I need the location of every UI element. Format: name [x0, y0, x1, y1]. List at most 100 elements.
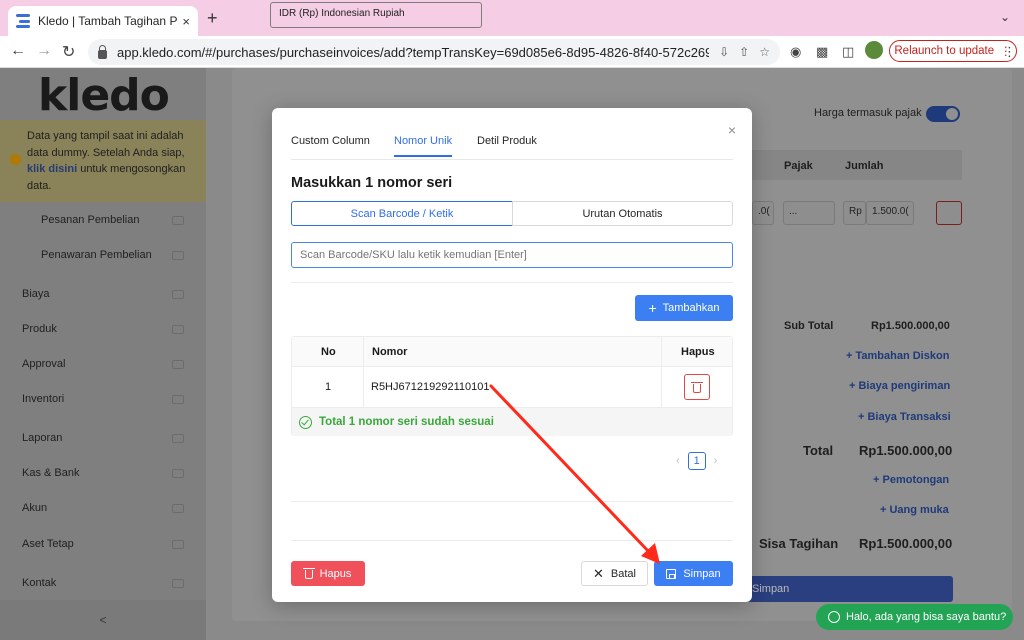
contact-icon	[172, 578, 184, 588]
sidebar-item-inventori[interactable]: Inventori	[0, 382, 206, 416]
subtotal-value: Rp1.500.000,00	[871, 320, 950, 332]
segment-scan-barcode[interactable]: Scan Barcode / Ketik	[291, 201, 513, 226]
deduction-link[interactable]: + Pemotongan	[873, 474, 949, 486]
browser-tab-bar: Kledo | Tambah Tagihan Pembe × + ⌄	[0, 0, 1024, 36]
add-discount-link[interactable]: + Tambahan Diskon	[846, 350, 949, 362]
delete-row-button[interactable]	[936, 201, 962, 225]
scan-barcode-input[interactable]	[291, 242, 733, 268]
pagination: ‹ 1 ›	[676, 452, 717, 470]
profile-avatar[interactable]	[865, 41, 883, 59]
sidebar-item-biaya[interactable]: Biaya	[0, 277, 206, 311]
camera-icon[interactable]: ◉	[790, 44, 801, 60]
sidebar-item-label: Biaya	[22, 288, 50, 300]
serial-number-modal: × Custom Column Nomor Unik Detil Produk …	[272, 108, 752, 602]
sidebar-item-laporan[interactable]: Laporan	[0, 421, 206, 455]
warning-icon	[10, 154, 21, 165]
background-save-button[interactable]: Simpan	[740, 576, 953, 602]
add-serial-button[interactable]: + Tambahkan	[635, 295, 733, 321]
sidebar-item-produk[interactable]: Produk	[0, 312, 206, 346]
subtotal-label: Sub Total	[784, 320, 834, 332]
tag-icon	[172, 250, 184, 260]
whatsapp-icon	[828, 611, 840, 623]
share-icon[interactable]: ⇧	[739, 45, 749, 59]
shipping-cost-label: Biaya pengiriman	[858, 380, 951, 392]
tab-close-icon[interactable]: ×	[182, 14, 190, 29]
install-icon[interactable]: ⇩	[719, 45, 729, 59]
side-panel-icon[interactable]: ◫	[842, 44, 854, 60]
sidebar-item-kontak[interactable]: Kontak	[0, 566, 206, 600]
sidebar-item-akun[interactable]: Akun	[0, 491, 206, 525]
sidebar-item-label: Aset Tetap	[22, 538, 74, 550]
tax-select[interactable]: ...	[783, 201, 835, 225]
col-pajak: Pajak	[784, 160, 813, 172]
sidebar-collapse-button[interactable]: <	[0, 600, 206, 640]
validation-message: Total 1 nomor seri sudah sesuai	[319, 416, 494, 428]
sidebar-item-kas-bank[interactable]: Kas & Bank	[0, 456, 206, 490]
tab-custom-column[interactable]: Custom Column	[291, 135, 370, 155]
sidebar-item-label: Kontak	[22, 577, 57, 589]
divider	[291, 282, 733, 283]
bookmark-star-icon[interactable]: ☆	[759, 45, 770, 59]
sidebar-item-label: Pesanan Pembelian	[41, 214, 140, 226]
building-icon	[172, 539, 184, 549]
prev-page-icon[interactable]: ‹	[676, 455, 680, 467]
dollar-icon	[172, 468, 184, 478]
kledo-logo[interactable]: kledo	[38, 70, 170, 121]
validation-status: Total 1 nomor seri sudah sesuai	[292, 407, 732, 436]
sidebar-item-penawaran-pembelian[interactable]: Penawaran Pembelian	[0, 238, 206, 272]
sidebar-item-label: Produk	[22, 323, 57, 335]
currency-select[interactable]: IDR (Rp) Indonesian Rupiah	[270, 2, 482, 28]
relaunch-button[interactable]: Relaunch to update ⋮	[889, 40, 1017, 62]
cancel-button[interactable]: ✕ Batal	[581, 561, 648, 586]
serial-table: No Nomor Hapus 1 R5HJ671219292110101 Tot…	[291, 336, 733, 436]
kledo-favicon-icon	[16, 14, 30, 28]
forward-icon[interactable]: →	[36, 42, 52, 60]
check-circle-icon	[299, 415, 312, 429]
extensions-puzzle-icon[interactable]: ▩	[816, 44, 828, 60]
sidebar-item-pesanan-pembelian[interactable]: Pesanan Pembelian	[0, 203, 206, 237]
tax-inclusive-toggle[interactable]	[926, 106, 960, 122]
column-divider	[363, 337, 364, 407]
down-payment-link[interactable]: + Uang muka	[880, 504, 949, 516]
address-bar[interactable]: app.kledo.com/#/purchases/purchaseinvoic…	[88, 39, 780, 65]
delete-button[interactable]: Hapus	[291, 561, 365, 586]
serial-number-value: R5HJ671219292110101	[371, 381, 490, 393]
row-number: 1	[325, 381, 332, 393]
tab-detil-produk[interactable]: Detil Produk	[477, 135, 537, 155]
modal-tabs: Custom Column Nomor Unik Detil Produk	[291, 132, 733, 160]
next-page-icon[interactable]: ›	[714, 455, 718, 467]
shipping-cost-link[interactable]: + Biaya pengiriman	[849, 380, 950, 392]
sidebar-item-label: Inventori	[22, 393, 65, 405]
balance-due-label: Sisa Tagihan	[759, 536, 839, 551]
new-tab-icon[interactable]: +	[207, 8, 218, 29]
modal-title: Masukkan 1 nomor seri	[291, 175, 453, 191]
sidebar-item-label: Laporan	[22, 432, 63, 444]
amount-input[interactable]: 1.500.0(	[866, 201, 914, 225]
box-icon	[172, 324, 184, 334]
segment-auto-sequence[interactable]: Urutan Otomatis	[512, 201, 733, 226]
add-discount-label: Tambahan Diskon	[855, 350, 950, 362]
page-1-button[interactable]: 1	[687, 452, 706, 470]
sidebar-item-aset-tetap[interactable]: Aset Tetap	[0, 527, 206, 561]
transaction-fee-link[interactable]: + Biaya Transaksi	[858, 411, 951, 423]
rp-prefix: Rp	[843, 201, 866, 225]
sidebar-item-approval[interactable]: Approval	[0, 347, 206, 381]
back-icon[interactable]: ←	[10, 42, 26, 60]
col-nomor: Nomor	[372, 346, 408, 358]
save-button[interactable]: Simpan	[654, 561, 733, 586]
clear-data-link[interactable]: klik disini	[27, 163, 77, 175]
chat-widget-button[interactable]: Halo, ada yang bisa saya bantu?	[816, 604, 1013, 630]
tab-search-chevron-icon[interactable]: ⌄	[1000, 10, 1010, 24]
list-icon	[172, 503, 184, 513]
deduction-label: Pemotongan	[882, 474, 950, 486]
price-input[interactable]: .0(	[752, 201, 774, 225]
tab-nomor-unik[interactable]: Nomor Unik	[394, 135, 453, 157]
browser-tab[interactable]: Kledo | Tambah Tagihan Pembe ×	[8, 6, 198, 36]
lock-icon[interactable]	[98, 44, 107, 59]
inbox-icon	[172, 394, 184, 404]
divider	[291, 540, 733, 541]
chat-label: Halo, ada yang bisa saya bantu?	[846, 611, 1007, 623]
sidebar-item-label: Akun	[22, 502, 48, 514]
delete-serial-button[interactable]	[684, 374, 710, 400]
reload-icon[interactable]: ↻	[62, 42, 75, 62]
